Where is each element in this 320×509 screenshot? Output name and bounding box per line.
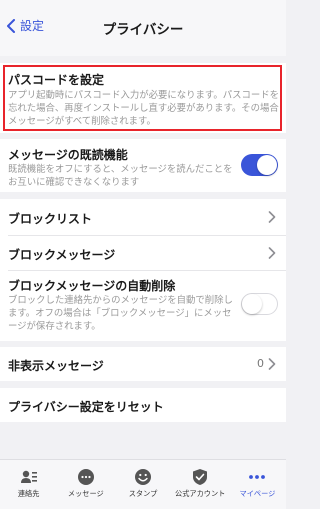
- tab-bar: 連絡先 メッセージ スタンプ 公式アカウント マイページ: [0, 459, 286, 509]
- read-receipt-toggle[interactable]: [241, 154, 278, 176]
- tab-official-accounts[interactable]: 公式アカウント: [172, 460, 229, 509]
- tab-messages[interactable]: メッセージ: [57, 460, 114, 509]
- hidden-messages-count: 0: [257, 357, 264, 370]
- auto-delete-title: ブロックメッセージの自動削除: [8, 279, 176, 293]
- tab-contacts[interactable]: 連絡先: [0, 460, 57, 509]
- tab-my-page[interactable]: マイページ: [229, 460, 286, 509]
- hidden-messages-row[interactable]: 非表示メッセージ 0: [0, 347, 286, 381]
- message-icon: [77, 469, 94, 485]
- contacts-icon: [20, 470, 37, 483]
- chevron-right-icon: [268, 247, 276, 259]
- reset-privacy-row[interactable]: プライバシー設定をリセット: [0, 388, 286, 422]
- tab-label: 公式アカウント: [175, 489, 226, 498]
- block-settings-group: ブロックリスト ブロックメッセージ ブロックメッセージの自動削除 ブロックした連…: [0, 199, 286, 341]
- read-receipt-title: メッセージの既読機能: [8, 148, 128, 162]
- auto-delete-row: ブロックメッセージの自動削除 ブロックした連絡先からのメッセージを自動で削除し …: [0, 271, 286, 341]
- page-title: プライバシー: [102, 22, 184, 38]
- tab-stickers[interactable]: スタンプ: [114, 460, 171, 509]
- auto-delete-desc-line: ブロックした連絡先からのメッセージを自動で削除し: [8, 295, 233, 306]
- auto-delete-desc-line: ます。オフの場合は「ブロックメッセージ」にメッセ: [8, 308, 232, 319]
- chevron-right-icon: [268, 211, 276, 223]
- read-receipt-setting: メッセージの既読機能 既読機能をオフにすると、メッセージを読んだことを お互いに…: [0, 139, 286, 192]
- navigation-bar: 設定 プライバシー: [0, 0, 286, 56]
- block-list-row[interactable]: ブロックリスト: [0, 199, 286, 235]
- toggle-knob: [242, 294, 262, 314]
- block-messages-title: ブロックメッセージ: [8, 248, 116, 262]
- tab-label: マイページ: [239, 489, 276, 498]
- sticker-icon: [135, 469, 151, 485]
- tab-label: スタンプ: [128, 489, 158, 498]
- hidden-messages-title: 非表示メッセージ: [8, 359, 104, 373]
- reset-privacy-title: プライバシー設定をリセット: [8, 400, 164, 414]
- official-account-icon: [193, 469, 208, 485]
- chevron-right-icon: [268, 358, 276, 370]
- toggle-knob: [257, 155, 277, 175]
- auto-delete-toggle[interactable]: [241, 293, 278, 315]
- tab-label: 連絡先: [17, 489, 40, 498]
- block-messages-row[interactable]: ブロックメッセージ: [0, 236, 286, 270]
- tab-label: メッセージ: [67, 489, 104, 498]
- highlight-box: [3, 65, 282, 131]
- auto-delete-desc-line: ージが保存されます。: [8, 321, 101, 332]
- read-receipt-desc-line: 既読機能をオフにすると、メッセージを読んだことを: [8, 164, 233, 175]
- block-list-title: ブロックリスト: [8, 212, 93, 226]
- more-icon: [249, 475, 266, 479]
- read-receipt-desc-line: お互いに確認できなくなります: [8, 177, 140, 188]
